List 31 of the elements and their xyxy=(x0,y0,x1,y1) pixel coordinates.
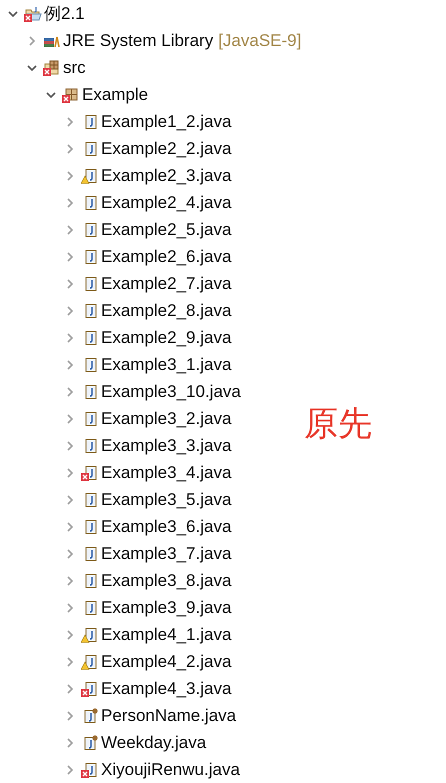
tree-item-label[interactable]: Example3_1.java xyxy=(101,354,232,376)
tree-item-label[interactable]: Example4_2.java xyxy=(101,650,232,672)
tree-item-label[interactable]: Example2_5.java xyxy=(101,218,232,240)
tree-item-label[interactable]: Example3_6.java xyxy=(101,516,232,538)
tree-item-label[interactable]: Example xyxy=(82,84,148,106)
tree-item-label[interactable]: Example4_1.java xyxy=(101,624,232,646)
tree-item-label[interactable]: Example3_8.java xyxy=(101,570,232,592)
tree-item-label[interactable]: Example3_9.java xyxy=(101,596,232,618)
tree-item-label[interactable]: Example4_3.java xyxy=(101,678,232,700)
tree-item-label[interactable]: Example3_4.java xyxy=(101,462,232,484)
tree-item-label[interactable]: Example2_6.java xyxy=(101,246,232,268)
tree-item-label[interactable]: Example1_2.java xyxy=(101,110,232,132)
tree-item-label[interactable]: Example2_2.java xyxy=(101,138,232,160)
tree-item-label[interactable]: Example2_9.java xyxy=(101,326,232,348)
tree-item-label[interactable]: JRE System Library xyxy=(63,30,214,52)
tree-item-label[interactable]: 例2.1 xyxy=(44,2,85,24)
tree-item-label[interactable]: Example2_3.java xyxy=(101,164,232,186)
tree-item-label[interactable]: Example2_4.java xyxy=(101,192,232,214)
tree-item-label[interactable]: PersonName.java xyxy=(101,704,236,726)
tree-item-label[interactable]: XiyoujiRenwu.java xyxy=(101,758,240,780)
library-version-label: [JavaSE-9] xyxy=(218,30,302,52)
tree-item-label[interactable]: Example3_2.java xyxy=(101,408,232,430)
tree-item-label[interactable]: Example2_7.java xyxy=(101,272,232,294)
tree-item-label[interactable]: src xyxy=(63,56,86,78)
tree-item-label[interactable]: Weekday.java xyxy=(101,732,206,754)
tree-item-label[interactable]: Example3_10.java xyxy=(101,380,241,402)
tree-item-label[interactable]: Example3_3.java xyxy=(101,434,232,456)
tree-item-label[interactable]: Example3_7.java xyxy=(101,542,232,564)
tree-item-label[interactable]: Example3_5.java xyxy=(101,488,232,510)
tree-item-label[interactable]: Example2_8.java xyxy=(101,300,232,322)
annotation-text: 原先 xyxy=(304,403,372,446)
